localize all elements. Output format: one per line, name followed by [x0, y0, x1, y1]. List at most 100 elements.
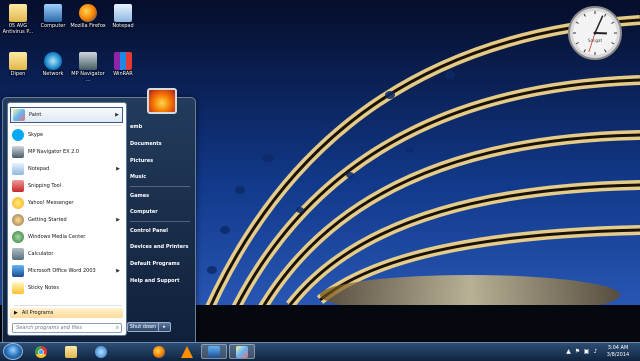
- separator: [14, 125, 122, 126]
- program-item-getting-started[interactable]: Getting Started ▶: [10, 212, 123, 228]
- right-item-user[interactable]: emb: [127, 120, 191, 133]
- program-label: Calculator: [28, 251, 53, 257]
- skype-icon: [12, 129, 24, 141]
- desktop-icon-label: Mozilla Firefox: [70, 23, 106, 29]
- network-status-icon[interactable]: ▣: [583, 348, 590, 355]
- submenu-arrow-icon[interactable]: ▶: [116, 268, 120, 274]
- desktop-icon-computer[interactable]: Computer: [35, 4, 71, 29]
- program-label: Yahoo! Messenger: [28, 200, 73, 206]
- getting-started-icon: [12, 214, 24, 226]
- program-item-skype[interactable]: Skype: [10, 127, 123, 143]
- right-item-default-programs[interactable]: Default Programs: [127, 257, 191, 270]
- internet-explorer-icon: [95, 346, 107, 358]
- desktop-icon-notepad[interactable]: Notepad: [105, 4, 141, 29]
- submenu-arrow-icon[interactable]: ▶: [116, 217, 120, 223]
- desktop-icon-winrar[interactable]: WinRAR: [105, 52, 141, 77]
- clock-brand: Sangat: [588, 38, 603, 43]
- program-item-paint[interactable]: Paint ▶: [10, 107, 123, 123]
- right-item-pictures[interactable]: Pictures: [127, 154, 191, 167]
- notepad-icon: [114, 4, 132, 22]
- search-input[interactable]: Search programs and files ⌕: [12, 323, 122, 333]
- media-center-icon: [12, 231, 24, 243]
- program-label: Getting Started: [28, 217, 67, 223]
- desktop-icon-dipen-folder[interactable]: Dipen: [0, 52, 36, 77]
- desktop-icon-avg-folder[interactable]: 05 AVG Antivirus P...: [0, 4, 36, 35]
- computer-icon: [44, 4, 62, 22]
- scissors-icon: [12, 180, 24, 192]
- desktop-icon-label: Network: [35, 71, 71, 77]
- program-label: Windows Media Center: [28, 234, 85, 240]
- taskbar-internet-explorer[interactable]: [88, 344, 114, 359]
- program-label: Snipping Tool: [28, 183, 61, 189]
- all-programs-button[interactable]: ▶ All Programs: [10, 308, 123, 318]
- submenu-arrow-icon[interactable]: ▶: [116, 166, 120, 172]
- word-icon: [208, 346, 220, 358]
- notepad-icon: [12, 163, 24, 175]
- paint-icon: [13, 109, 25, 121]
- triangle-right-icon: ▶: [14, 310, 18, 316]
- right-item-music[interactable]: Music: [127, 170, 191, 183]
- clock-gadget[interactable]: Sangat: [567, 5, 623, 61]
- program-item-media-center[interactable]: Windows Media Center: [10, 229, 123, 245]
- separator: [130, 186, 190, 187]
- program-label: Sticky Notes: [28, 285, 59, 291]
- shutdown-label: Shut down: [130, 324, 157, 330]
- program-item-notepad[interactable]: Notepad ▶: [10, 161, 123, 177]
- taskbar-explorer[interactable]: [58, 344, 84, 359]
- program-item-yahoo-messenger[interactable]: Yahoo! Messenger: [10, 195, 123, 211]
- folder-icon: [9, 52, 27, 70]
- desktop-icon-firefox[interactable]: Mozilla Firefox: [70, 4, 106, 29]
- taskbar-chrome[interactable]: [28, 344, 54, 359]
- desktop-icon-mp-navigator[interactable]: MP Navigator ...: [70, 52, 106, 83]
- taskbar-date[interactable]: 3/8/2014: [604, 352, 632, 358]
- network-icon: [44, 52, 62, 70]
- taskbar-vlc[interactable]: [174, 344, 200, 359]
- program-list: Paint ▶ Skype MP Navigator EX 2.0 Notepa…: [7, 102, 127, 336]
- right-item-games[interactable]: Games: [127, 189, 191, 202]
- taskbar: ▲ ⚑ ▣ ♪ 3:04 AM 3/8/2014: [0, 342, 640, 361]
- shutdown-options-button[interactable]: ▸: [159, 322, 171, 332]
- submenu-arrow-icon[interactable]: ▶: [115, 112, 119, 118]
- desktop-icon-label: 05 AVG Antivirus P...: [0, 23, 36, 35]
- taskbar-paint[interactable]: [229, 344, 255, 359]
- vlc-icon: [181, 346, 193, 358]
- all-programs-label: All Programs: [22, 310, 54, 316]
- program-item-snipping-tool[interactable]: Snipping Tool: [10, 178, 123, 194]
- right-item-devices-printers[interactable]: Devices and Printers: [127, 240, 191, 253]
- volume-icon[interactable]: ♪: [592, 348, 599, 355]
- program-label: Paint: [29, 112, 41, 118]
- show-hidden-icons-icon[interactable]: ▲: [565, 348, 572, 355]
- right-item-documents[interactable]: Documents: [127, 137, 191, 150]
- taskbar-word[interactable]: [201, 344, 227, 359]
- action-center-flag-icon[interactable]: ⚑: [574, 348, 581, 355]
- shutdown-button[interactable]: Shut down: [127, 322, 159, 332]
- start-button[interactable]: [3, 343, 23, 360]
- desktop-icon-label: WinRAR: [105, 71, 141, 77]
- right-item-computer[interactable]: Computer: [127, 205, 191, 218]
- taskbar-time[interactable]: 3:04 AM: [604, 345, 632, 351]
- winrar-icon: [114, 52, 132, 70]
- desktop-icon-network[interactable]: Network: [35, 52, 71, 77]
- program-label: Notepad: [28, 166, 49, 172]
- calculator-icon: [12, 248, 24, 260]
- program-label: Skype: [28, 132, 43, 138]
- separator: [14, 305, 122, 306]
- desktop-icon-label: Computer: [35, 23, 71, 29]
- search-placeholder: Search programs and files: [16, 325, 82, 331]
- start-menu: Paint ▶ Skype MP Navigator EX 2.0 Notepa…: [2, 97, 196, 343]
- taskbar-firefox[interactable]: [146, 344, 172, 359]
- explorer-folder-icon: [65, 346, 77, 358]
- mp-navigator-icon: [12, 146, 24, 158]
- desktop-icon-label: Notepad: [105, 23, 141, 29]
- program-item-mp-navigator[interactable]: MP Navigator EX 2.0: [10, 144, 123, 160]
- program-label: Microsoft Office Word 2003: [28, 268, 96, 274]
- yahoo-messenger-icon: [12, 197, 24, 209]
- chrome-icon: [35, 346, 47, 358]
- sticky-notes-icon: [12, 282, 24, 294]
- right-item-control-panel[interactable]: Control Panel: [127, 224, 191, 237]
- word-icon: [12, 265, 24, 277]
- program-item-sticky-notes[interactable]: Sticky Notes: [10, 280, 123, 296]
- program-item-calculator[interactable]: Calculator: [10, 246, 123, 262]
- program-item-word[interactable]: Microsoft Office Word 2003 ▶: [10, 263, 123, 279]
- right-item-help-support[interactable]: Help and Support: [127, 274, 191, 287]
